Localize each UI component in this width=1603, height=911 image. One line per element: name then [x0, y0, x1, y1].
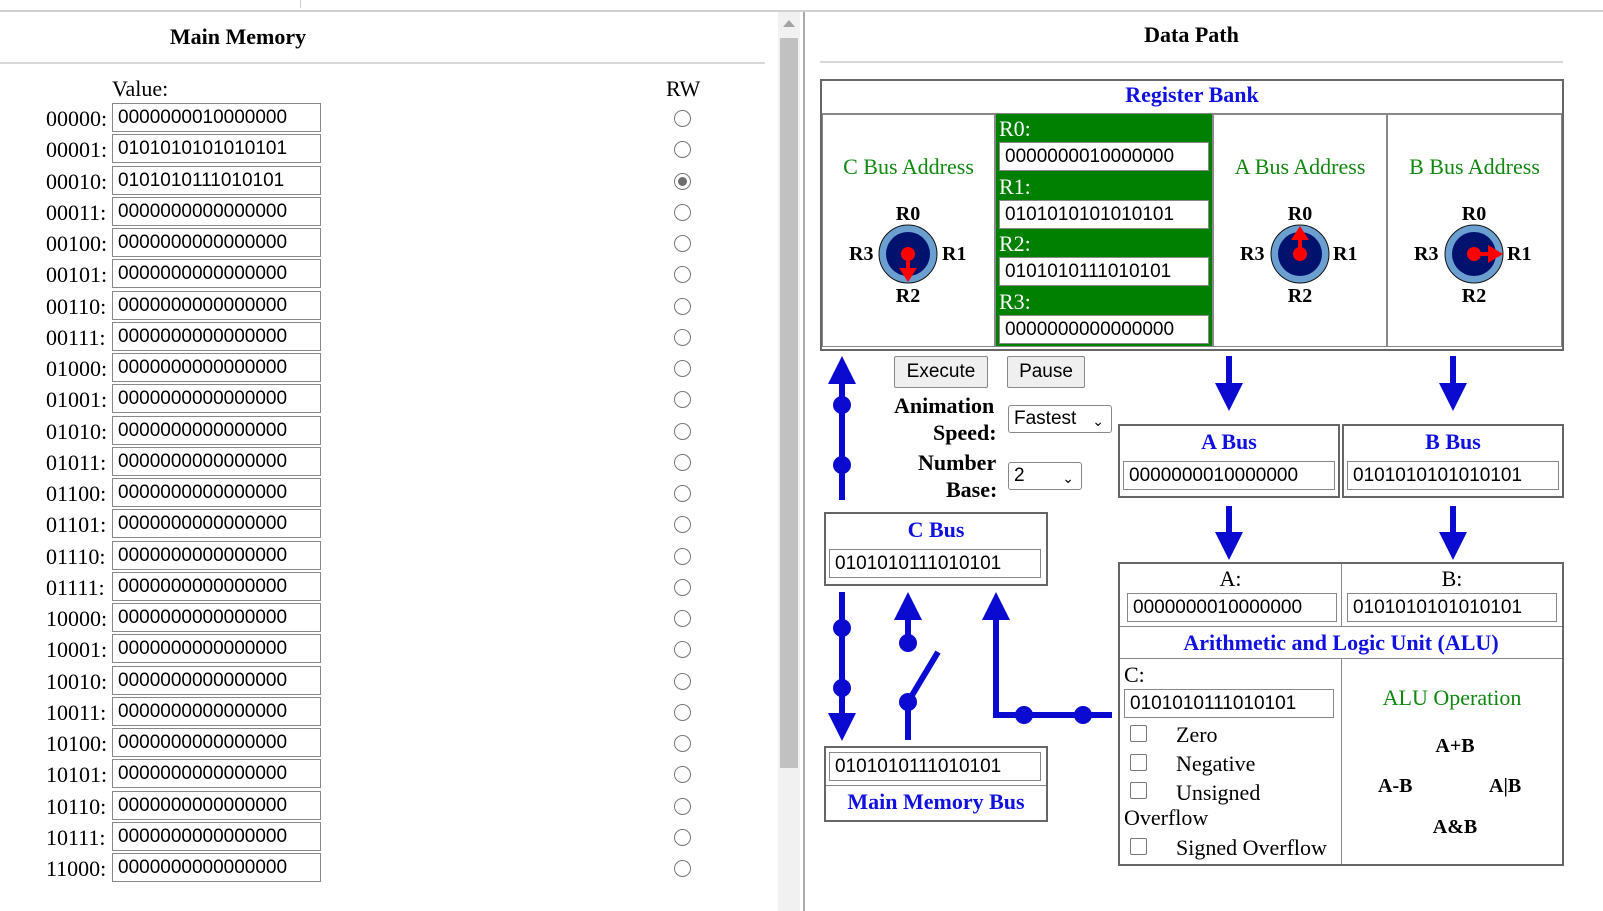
alu-operation-label: ALU Operation	[1382, 685, 1522, 710]
negative-checkbox[interactable]	[1130, 754, 1147, 771]
pause-button[interactable]: Pause	[1007, 356, 1085, 388]
number-base-select[interactable]: 2 ⌄	[1008, 462, 1082, 490]
alu-divider-1	[1120, 626, 1562, 627]
alu-a-value[interactable]: 0000000010000000	[1127, 593, 1337, 622]
alu-c-value[interactable]: 0101010111010101	[1124, 689, 1334, 718]
mmb-divider	[826, 785, 1046, 786]
alu-op-sub-label: A-B	[1378, 775, 1413, 797]
c-bus-value[interactable]: 0101010111010101	[829, 549, 1041, 578]
main-memory-bus-value[interactable]: 0101010111010101	[829, 752, 1041, 781]
c-bus-address-dial[interactable]	[878, 224, 938, 284]
alu-op-or-label: A|B	[1489, 775, 1522, 797]
signed-overflow-label: Signed Overflow	[1176, 835, 1327, 860]
a-bus-address-dial[interactable]	[1270, 224, 1330, 284]
a-bus-title: A Bus	[1201, 429, 1257, 454]
number-base-value: 2	[1014, 465, 1025, 486]
alu-op-and-label: A&B	[1432, 816, 1478, 838]
number-base-label-2: Base:	[946, 477, 998, 502]
signed-overflow-checkbox[interactable]	[1130, 838, 1147, 855]
animation-speed-label-1: Animation	[894, 393, 995, 418]
unsigned-overflow-checkbox[interactable]	[1130, 782, 1147, 799]
b-bus-title: B Bus	[1425, 429, 1481, 454]
b-bus-value[interactable]: 0101010101010101	[1347, 461, 1559, 490]
alu-b-value[interactable]: 0101010101010101	[1347, 593, 1557, 622]
alu-c-label: C:	[1124, 662, 1145, 687]
negative-label: Negative	[1176, 751, 1256, 776]
chevron-down-icon: ⌄	[1092, 413, 1104, 429]
animation-speed-value: Fastest	[1014, 408, 1077, 429]
alu-b-label: B:	[1441, 566, 1463, 591]
unsigned-label: Unsigned	[1176, 780, 1261, 805]
execute-button[interactable]: Execute	[894, 356, 988, 388]
a-bus-value[interactable]: 0000000010000000	[1123, 461, 1335, 490]
number-base-label-1: Number	[918, 450, 997, 475]
animation-speed-label-2: Speed:	[933, 420, 997, 445]
alu-a-label: A:	[1219, 566, 1242, 591]
zero-label: Zero	[1176, 722, 1218, 747]
c-bus-title: C Bus	[907, 517, 965, 542]
alu-title: Arithmetic and Logic Unit (ALU)	[1183, 630, 1499, 655]
chevron-down-icon: ⌄	[1062, 470, 1074, 486]
main-memory-bus-title: Main Memory Bus	[847, 789, 1025, 814]
overflow-label: Overflow	[1124, 805, 1209, 830]
animation-speed-select[interactable]: Fastest ⌄	[1008, 405, 1112, 433]
b-bus-address-dial[interactable]	[1444, 224, 1504, 284]
zero-checkbox[interactable]	[1130, 725, 1147, 742]
alu-op-add-label: A+B	[1435, 735, 1475, 757]
